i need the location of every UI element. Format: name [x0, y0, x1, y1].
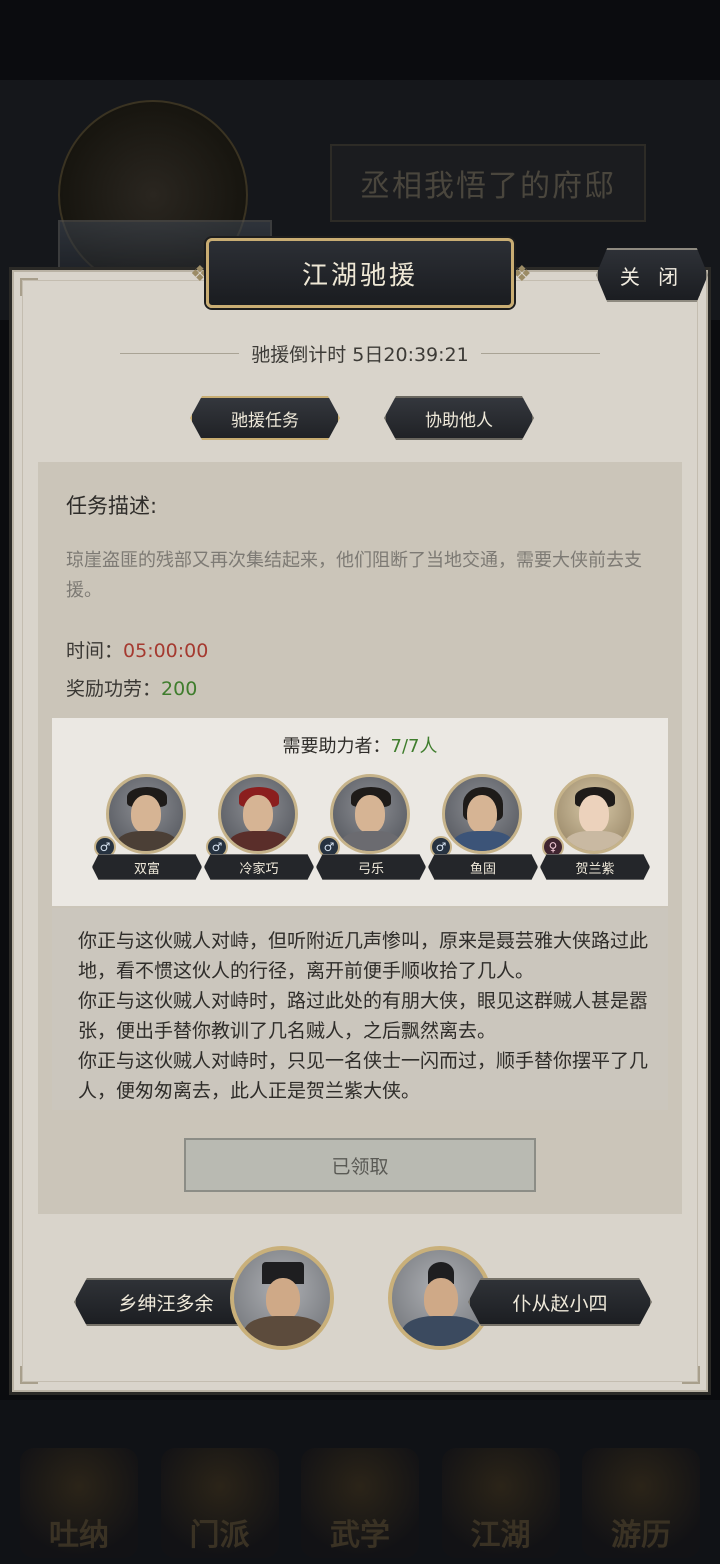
task-time: 时间：05:00:00	[66, 636, 208, 663]
nav-tuna[interactable]: 吐纳	[20, 1448, 138, 1558]
npc-left-portrait[interactable]	[230, 1246, 334, 1350]
claimed-button[interactable]: 已领取	[184, 1138, 536, 1192]
helper-avatar	[106, 774, 186, 854]
time-value: 05:00:00	[123, 640, 209, 662]
countdown-row: 驰援倒计时 5日20:39:21	[120, 340, 600, 367]
dialog-title: 江湖驰援	[206, 238, 514, 308]
dialog-title-text: 江湖驰援	[301, 260, 418, 291]
helper-avatar	[442, 774, 522, 854]
mansion-title: 丞相我悟了的府邸	[330, 144, 646, 222]
story-line: 你正与这伙贼人对峙时，只见一名侠士一闪而过，顺手替你摆平了几人，便匆匆离去，此人…	[78, 1050, 649, 1102]
bottom-nav: 吐纳 门派 武学 江湖 游历	[20, 1448, 700, 1564]
helpers-label: 需要助力者：7/7人	[52, 732, 668, 758]
task-description: 琼崖盗匪的残部又再次集结起来，他们阻断了当地交通，需要大侠前去支援。	[66, 550, 642, 601]
nav-wuxue[interactable]: 武学	[301, 1448, 419, 1558]
helper-name: 鱼固	[428, 854, 538, 880]
reward-label: 奖励功劳：	[66, 678, 162, 700]
close-button[interactable]: 关 闭	[596, 248, 708, 302]
story-log[interactable]: 你正与这伙贼人对峙，但听附近几声惨叫，原来是聂芸雅大侠路过此地，看不惯这伙人的行…	[52, 908, 668, 1110]
nav-jianghu[interactable]: 江湖	[441, 1448, 560, 1558]
nav-menpai[interactable]: 门派	[160, 1448, 279, 1558]
task-reward: 奖励功劳：200	[66, 674, 197, 701]
helpers-section: 需要助力者：7/7人 ♂ 双富 ♂ 冷家巧 ♂ 弓乐 ♂ 鱼固 ♀ 贺兰紫	[52, 718, 668, 906]
tab-assist-others[interactable]: 协助他人	[384, 396, 534, 440]
helper-card[interactable]: ♂ 冷家巧	[204, 774, 314, 880]
helper-name: 双富	[92, 854, 202, 880]
helper-card[interactable]: ♀ 贺兰紫	[540, 774, 650, 880]
helpers-label-text: 需要助力者：	[282, 736, 391, 757]
helper-name: 弓乐	[316, 854, 426, 880]
npc-right-nameplate[interactable]: 仆从赵小四	[468, 1278, 652, 1326]
helper-name: 贺兰紫	[540, 854, 650, 880]
helper-name: 冷家巧	[204, 854, 314, 880]
countdown-timer: 驰援倒计时 5日20:39:21	[251, 344, 469, 366]
time-label: 时间：	[66, 640, 124, 662]
nav-youli[interactable]: 游历	[582, 1448, 700, 1558]
helper-avatar	[218, 774, 298, 854]
story-text: 你正与这伙贼人对峙，但听附近几声惨叫，原来是聂芸雅大侠路过此地，看不惯这伙人的行…	[78, 926, 648, 1106]
helper-card[interactable]: ♂ 弓乐	[316, 774, 426, 880]
helper-card[interactable]: ♂ 双富	[92, 774, 202, 880]
tab-rescue-task[interactable]: 驰援任务	[190, 396, 340, 440]
helper-avatar	[330, 774, 410, 854]
reward-value: 200	[161, 678, 198, 700]
helpers-count: 7/7人	[390, 736, 438, 757]
ornament-right-icon: ❖	[512, 262, 532, 287]
task-heading: 任务描述:	[66, 494, 158, 518]
story-line: 你正与这伙贼人对峙，但听附近几声惨叫，原来是聂芸雅大侠路过此地，看不惯这伙人的行…	[78, 930, 649, 982]
story-line: 你正与这伙贼人对峙时，路过此处的有朋大侠，眼见这群贼人甚是嚣张，便出手替你教训了…	[78, 990, 649, 1042]
helper-card[interactable]: ♂ 鱼固	[428, 774, 538, 880]
helper-avatar	[554, 774, 634, 854]
